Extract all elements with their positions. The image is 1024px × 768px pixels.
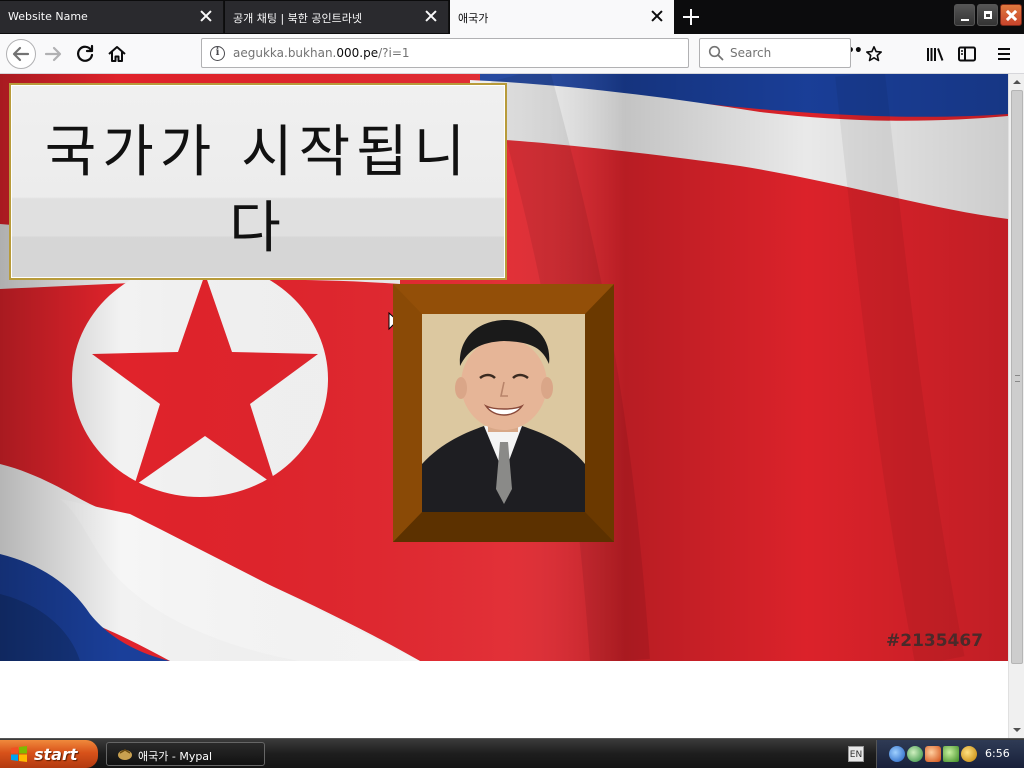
window-close-button[interactable] (1000, 4, 1022, 26)
vertical-scrollbar[interactable] (1008, 74, 1024, 738)
home-button[interactable] (103, 40, 131, 68)
tab-title: Website Name (8, 10, 88, 23)
maximize-button[interactable] (977, 4, 998, 26)
taskbar-clock: 6:56 (985, 747, 1010, 760)
page-viewport: #2135467 국가가 시작됩니다 (0, 74, 1008, 738)
start-button[interactable]: start (0, 740, 98, 768)
restore-icon (984, 11, 992, 19)
tab-title: 애국가 (458, 12, 489, 25)
forward-arrow-icon (44, 46, 62, 62)
reload-button[interactable] (71, 40, 99, 68)
leader-portrait-image (422, 314, 585, 512)
taskbar-window-label: 애국가 - Mypal (138, 750, 213, 763)
tab-aegukka-active[interactable]: 애국가 (450, 0, 674, 34)
search-input[interactable] (730, 45, 840, 61)
tray-app-icon[interactable] (925, 746, 941, 762)
close-icon[interactable] (424, 9, 438, 23)
new-tab-plus-icon[interactable] (680, 6, 702, 28)
windows-logo-icon (11, 746, 27, 762)
taskbar-window-button[interactable]: 애국가 - Mypal (106, 742, 265, 766)
back-arrow-icon (12, 46, 30, 62)
scroll-down-arrow-icon[interactable] (1009, 722, 1024, 738)
close-icon[interactable] (650, 9, 664, 23)
url-text[interactable]: aegukka.bukhan.000.pe/?i=1 (233, 46, 410, 60)
close-icon[interactable] (199, 9, 213, 23)
tray-search-icon[interactable] (961, 746, 977, 762)
library-icon (927, 48, 944, 61)
home-icon (108, 46, 126, 62)
site-info-icon[interactable]: i (210, 46, 225, 61)
system-tray: 6:56 (876, 740, 1024, 768)
reload-icon (77, 44, 94, 62)
language-indicator[interactable]: EN (848, 746, 864, 762)
stock-image-id-watermark: #2135467 (886, 631, 984, 651)
forward-button[interactable] (40, 40, 68, 68)
anthem-title-banner: 국가가 시작됩니다 (9, 83, 507, 280)
page-title: 국가가 시작됩니다 (44, 120, 472, 261)
minimize-button[interactable] (954, 4, 975, 26)
hamburger-icon (998, 48, 1010, 60)
tab-title: 공개 채팅 | 북한 공인트라넷 (233, 12, 363, 25)
sidebar-icon (958, 46, 976, 62)
hamburger-menu-button[interactable] (990, 40, 1018, 68)
mypal-browser-icon (118, 749, 132, 760)
tab-strip: Website Name 공개 채팅 | 북한 공인트라넷 애국가 (0, 0, 1024, 34)
portrait-frame (393, 284, 614, 542)
library-button[interactable] (921, 40, 949, 68)
url-bar[interactable]: i aegukka.bukhan.000.pe/?i=1 ••• (201, 38, 882, 68)
tab-public-chat[interactable]: 공개 채팅 | 북한 공인트라넷 (225, 1, 449, 33)
tray-globe-icon[interactable] (889, 746, 905, 762)
minimize-icon (961, 19, 969, 21)
scrollbar-thumb[interactable] (1011, 90, 1023, 664)
back-button[interactable] (6, 39, 36, 69)
search-icon (708, 45, 724, 61)
windows-taskbar: start 애국가 - Mypal EN 6:56 (0, 738, 1024, 768)
sidebar-toggle-button[interactable] (953, 40, 981, 68)
tab-website-name[interactable]: Website Name (0, 1, 224, 33)
tray-security-icon[interactable] (907, 746, 923, 762)
bookmark-star-icon[interactable] (865, 45, 883, 63)
start-label: start (34, 745, 78, 764)
search-bar[interactable] (699, 38, 851, 68)
tray-network-icon[interactable] (943, 746, 959, 762)
scroll-up-arrow-icon[interactable] (1009, 74, 1024, 90)
navigation-toolbar: i aegukka.bukhan.000.pe/?i=1 ••• (0, 34, 1024, 74)
